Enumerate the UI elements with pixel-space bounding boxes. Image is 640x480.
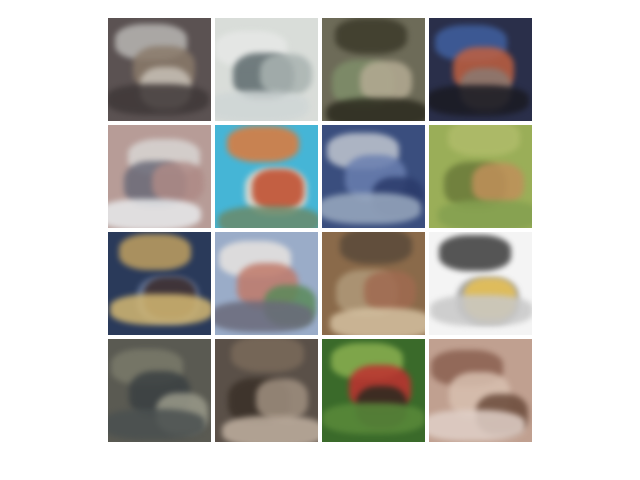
image-color-region [108, 83, 209, 115]
image-color-region [439, 235, 512, 272]
image-sample-grid [108, 18, 532, 442]
sample-image-tile-r2c2 [215, 125, 318, 228]
image-color-region [360, 61, 412, 103]
image-color-region [322, 192, 421, 224]
sample-image-tile-r3c1 [108, 232, 211, 335]
image-color-region [256, 379, 308, 421]
sample-image-tile-r1c2 [215, 18, 318, 121]
image-color-region [231, 339, 304, 372]
sample-image-tile-r4c3 [322, 339, 425, 442]
image-color-region [260, 54, 312, 96]
sample-image-tile-r1c3 [322, 18, 425, 121]
sample-image-tile-r3c4 [429, 232, 532, 335]
image-color-region [430, 294, 532, 326]
image-color-region [472, 163, 524, 205]
sample-image-tile-r2c4 [429, 125, 532, 228]
image-color-region [438, 200, 532, 228]
image-color-region [227, 126, 300, 163]
image-color-region [252, 169, 304, 211]
sample-image-tile-r4c1 [108, 339, 211, 442]
image-color-region [218, 206, 318, 228]
image-color-region [429, 410, 525, 441]
sample-image-tile-r3c3 [322, 232, 425, 335]
sample-image-tile-r4c2 [215, 339, 318, 442]
image-color-region [447, 125, 520, 156]
sample-image-tile-r4c4 [429, 339, 532, 442]
sample-image-tile-r1c4 [429, 18, 532, 121]
image-color-region [330, 308, 425, 335]
image-color-region [429, 84, 529, 116]
image-color-region [215, 91, 309, 121]
image-color-region [326, 98, 425, 121]
image-color-region [108, 409, 205, 440]
image-color-region [110, 293, 211, 325]
sample-image-tile-r1c1 [108, 18, 211, 121]
sample-image-tile-r3c2 [215, 232, 318, 335]
image-color-region [152, 162, 204, 204]
sample-image-tile-r2c1 [108, 125, 211, 228]
image-color-region [108, 199, 201, 228]
image-color-region [215, 301, 313, 332]
image-color-region [339, 232, 412, 264]
image-color-region [222, 416, 318, 442]
image-color-region [322, 402, 425, 434]
image-color-region [335, 18, 408, 55]
sample-image-tile-r2c3 [322, 125, 425, 228]
image-color-region [119, 234, 192, 271]
image-color-region [364, 271, 416, 313]
